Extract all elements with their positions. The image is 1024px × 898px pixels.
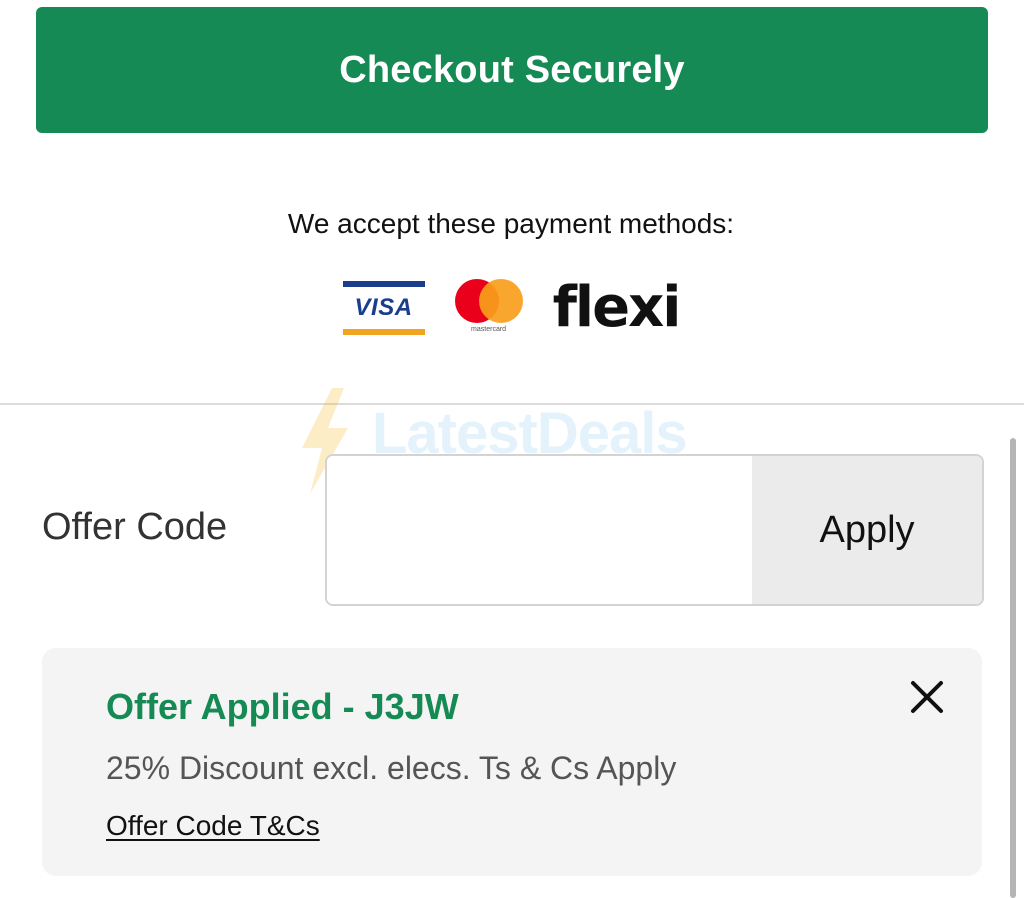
- offer-applied-panel: Offer Applied - J3JW 25% Discount excl. …: [42, 648, 982, 876]
- mastercard-logo-text: mastercard: [471, 326, 507, 333]
- mastercard-logo-icon: mastercard: [453, 279, 525, 337]
- close-icon: [911, 681, 943, 713]
- payment-method-logos: VISA mastercard flexi: [0, 278, 1022, 338]
- offer-code-label: Offer Code: [42, 506, 228, 548]
- visa-logo-text: VISA: [354, 294, 413, 321]
- payment-methods-heading: We accept these payment methods:: [287, 208, 735, 239]
- apply-button[interactable]: Apply: [752, 456, 982, 604]
- offer-code-terms-link[interactable]: Offer Code T&Cs: [106, 810, 320, 842]
- checkout-securely-button[interactable]: Checkout Securely: [36, 7, 988, 133]
- remove-offer-button[interactable]: [902, 672, 952, 722]
- visa-logo-icon: VISA: [342, 281, 425, 335]
- section-divider: [0, 403, 1024, 405]
- offer-description: 25% Discount excl. elecs. Ts & Cs Apply: [106, 750, 677, 786]
- scrollbar[interactable]: [1010, 438, 1016, 898]
- flexi-logo-icon: flexi: [552, 275, 682, 340]
- offer-code-field: Apply: [325, 454, 984, 606]
- offer-applied-title: Offer Applied - J3JW: [106, 686, 459, 727]
- offer-code-input[interactable]: [327, 456, 752, 604]
